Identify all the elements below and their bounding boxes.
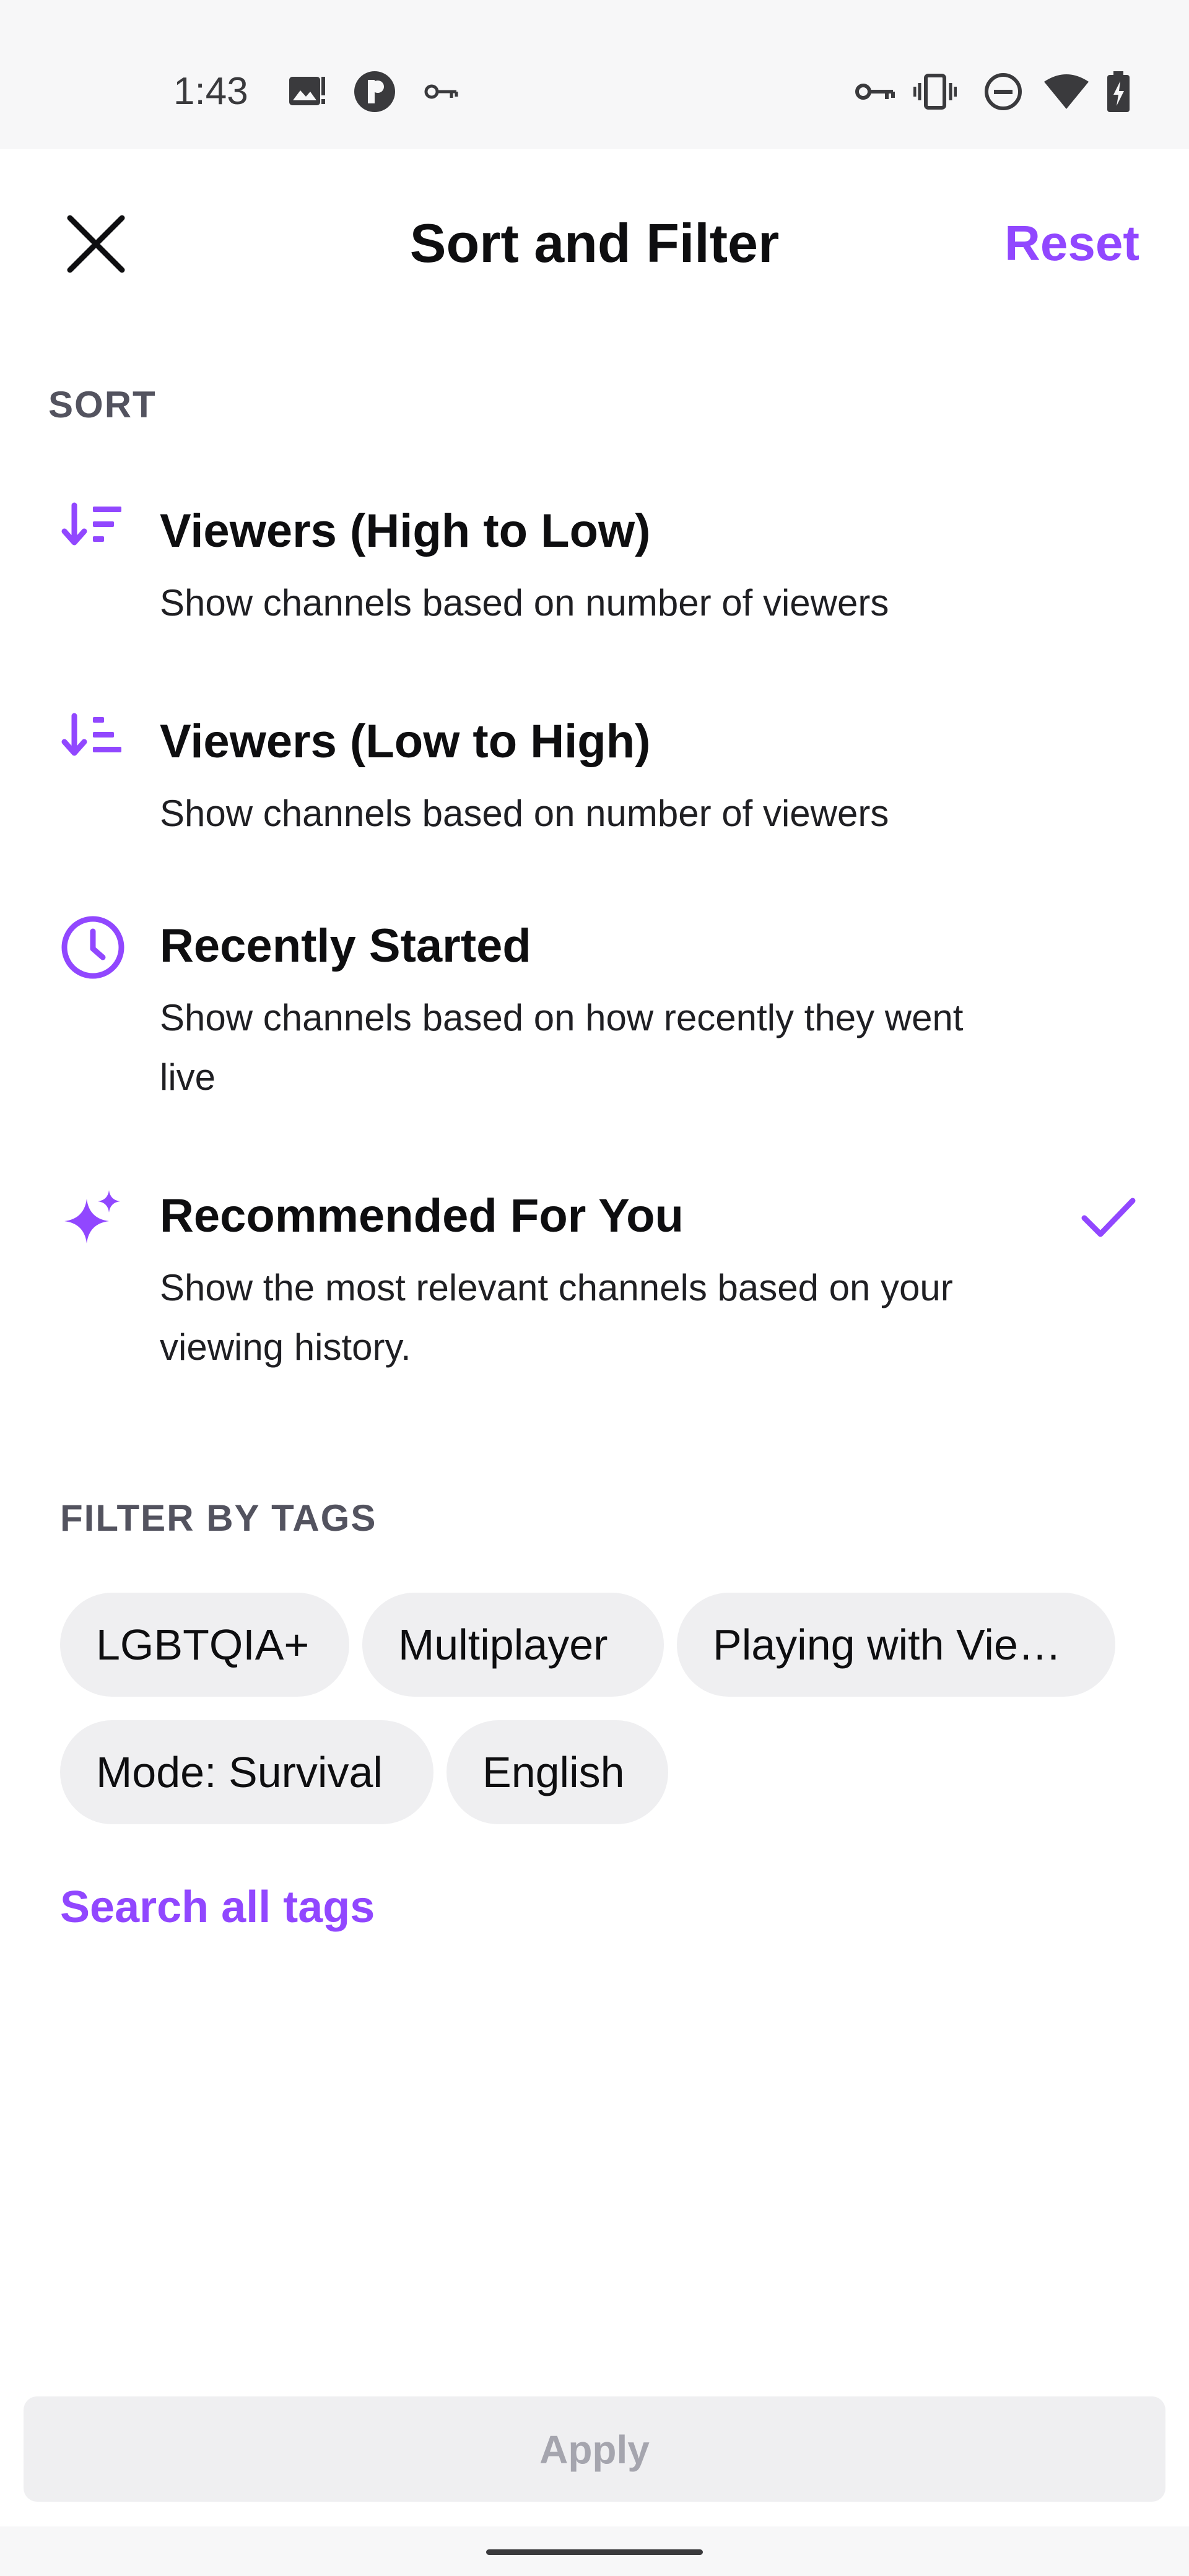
sort-option-description: Show channels based on number of viewers	[160, 793, 889, 834]
sort-option-description: Show the most relevant channels based on…	[160, 1267, 953, 1368]
checkmark-icon	[1071, 1180, 1146, 1255]
tag-chip[interactable]: English	[446, 1720, 668, 1824]
status-bar: 1:43	[0, 0, 1189, 149]
sort-option-recently-started[interactable]: Recently Started Show channels based on …	[0, 910, 1189, 1121]
sort-section-label: SORT	[48, 384, 157, 425]
sort-ascending-icon	[56, 700, 130, 774]
sort-option-title: Viewers (Low to High)	[160, 715, 651, 768]
sort-option-title: Recently Started	[160, 920, 531, 972]
tag-chip[interactable]: Playing with Vie…	[677, 1593, 1115, 1697]
image-notification-icon	[288, 67, 326, 116]
sort-option-description: Show channels based on number of viewers	[160, 582, 889, 624]
status-time: 1:43	[173, 70, 248, 113]
vpn-key-icon	[424, 67, 459, 116]
vibrate-icon	[913, 67, 957, 116]
navigation-bar	[0, 2526, 1189, 2576]
tag-chip[interactable]: Multiplayer	[362, 1593, 664, 1697]
vpn-key-icon	[855, 67, 895, 116]
sort-option-description: Show channels based on how recently they…	[160, 997, 964, 1098]
gesture-handle[interactable]	[486, 2549, 703, 2555]
clock-icon	[56, 910, 130, 985]
sort-option-viewers-low-to-high[interactable]: Viewers (Low to High) Show channels base…	[0, 700, 1189, 855]
tag-chip[interactable]: Mode: Survival	[60, 1720, 433, 1824]
apply-button[interactable]: Apply	[24, 2396, 1165, 2502]
circle-app-icon	[353, 67, 396, 116]
reset-button[interactable]: Reset	[1004, 209, 1139, 277]
tag-chip[interactable]: LGBTQIA+	[60, 1593, 349, 1697]
sort-descending-icon	[56, 489, 130, 564]
filter-section-label: FILTER BY TAGS	[60, 1497, 377, 1539]
sort-option-viewers-high-to-low[interactable]: Viewers (High to Low) Show channels base…	[0, 489, 1189, 644]
battery-charging-icon	[1106, 67, 1131, 116]
do-not-disturb-icon	[983, 67, 1023, 116]
sparkle-icon	[56, 1180, 130, 1255]
sort-option-title: Recommended For You	[160, 1190, 684, 1242]
sort-option-title: Viewers (High to Low)	[160, 505, 651, 557]
sort-option-recommended-for-you[interactable]: Recommended For You Show the most releva…	[0, 1180, 1189, 1391]
search-all-tags-link[interactable]: Search all tags	[60, 1876, 375, 1938]
wifi-icon	[1043, 67, 1090, 116]
